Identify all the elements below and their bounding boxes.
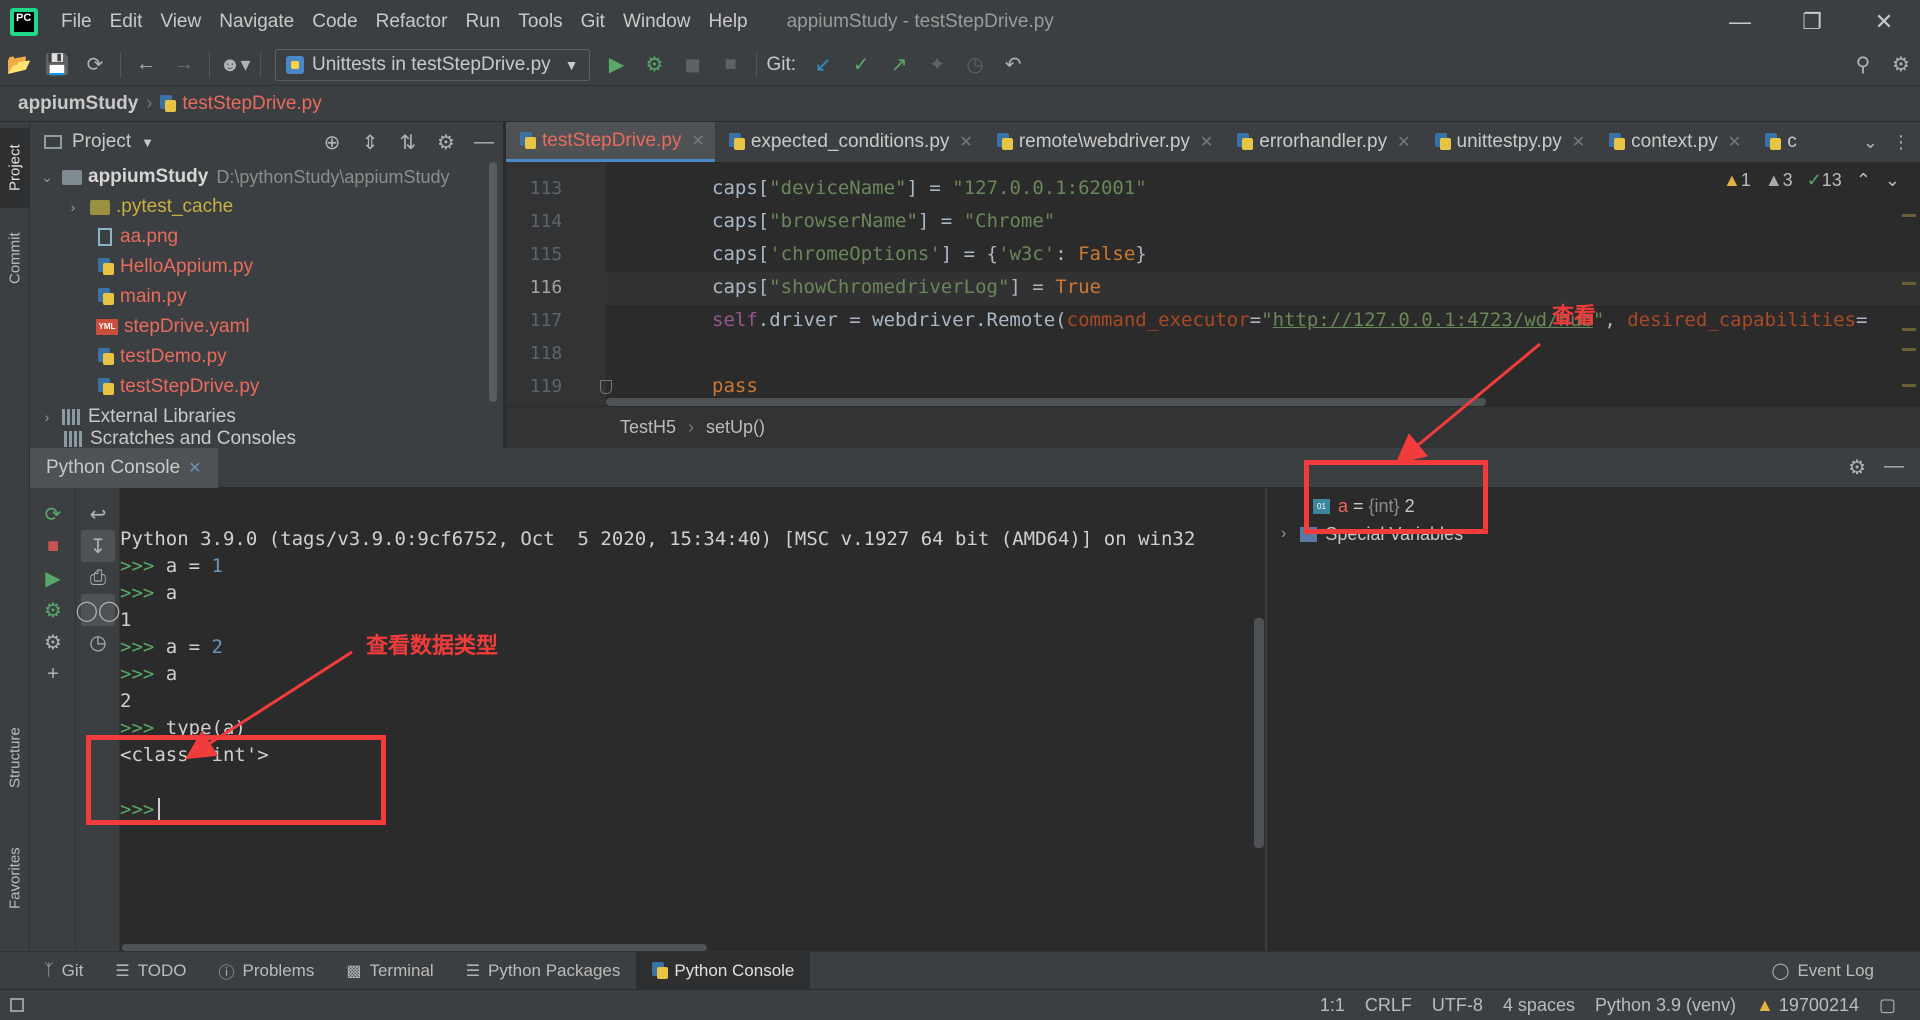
annotation-arrow-type — [184, 650, 353, 760]
annotation-arrows — [184, 342, 1541, 760]
annotation-arrow-view — [1395, 342, 1541, 464]
